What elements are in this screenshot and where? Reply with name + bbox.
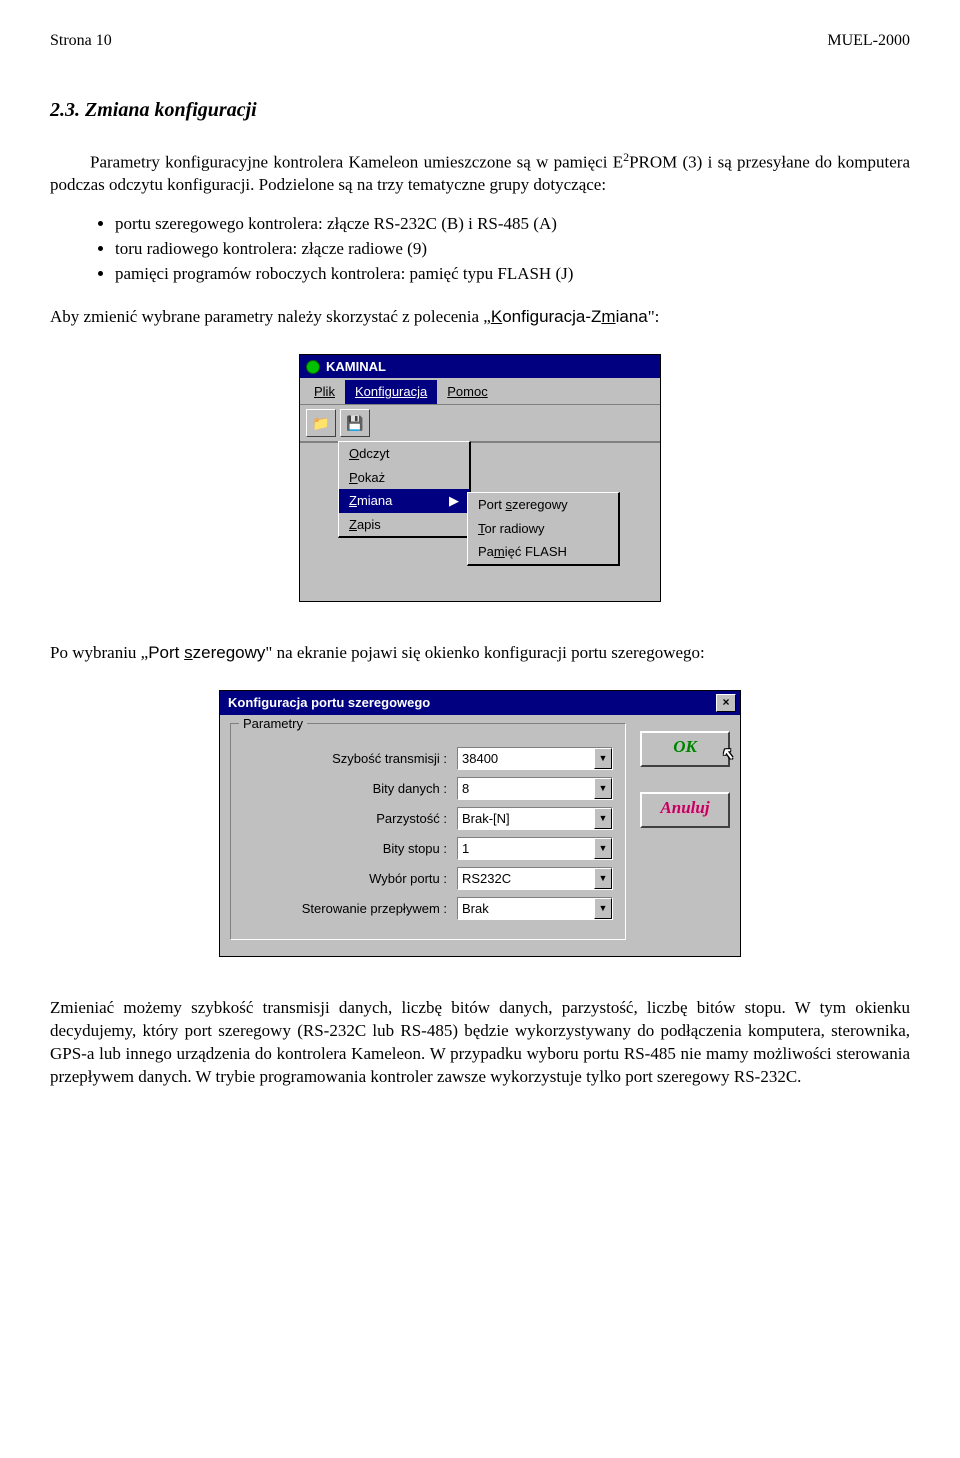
label-port: Wybór portu : bbox=[243, 870, 457, 888]
dropdown-port[interactable]: RS232C▼ bbox=[457, 867, 613, 890]
groupbox-title: Parametry bbox=[239, 715, 307, 733]
menu-pomoc[interactable]: Pomoc bbox=[437, 380, 497, 404]
list-item: toru radiowego kontrolera: złącze radiow… bbox=[115, 238, 910, 261]
dropdown-stopbits[interactable]: 1▼ bbox=[457, 837, 613, 860]
chevron-down-icon: ▼ bbox=[594, 898, 612, 919]
zmiana-submenu: Port szeregowy Tor radiowy Pamięć FLASH bbox=[467, 492, 620, 566]
label-parity: Parzystość : bbox=[243, 810, 457, 828]
submenu-arrow-icon: ▶ bbox=[449, 492, 459, 510]
app-title: KAMINAL bbox=[326, 358, 386, 376]
menubar: Plik Konfiguracja Pomoc bbox=[300, 378, 660, 405]
dialog-titlebar: Konfiguracja portu szeregowego × bbox=[220, 691, 740, 715]
toolbar-button[interactable]: 📁 bbox=[306, 409, 336, 437]
chevron-down-icon: ▼ bbox=[594, 748, 612, 769]
chevron-down-icon: ▼ bbox=[594, 778, 612, 799]
label-speed: Szybość transmisji : bbox=[243, 750, 457, 768]
chevron-down-icon: ▼ bbox=[594, 808, 612, 829]
menu-pokaz[interactable]: Pokaż bbox=[339, 466, 469, 490]
dialog-title: Konfiguracja portu szeregowego bbox=[228, 694, 430, 712]
dialog-intro-paragraph: Po wybraniu „Port szeregowy" na ekranie … bbox=[50, 642, 910, 665]
instruction-paragraph: Aby zmienić wybrane parametry należy sko… bbox=[50, 306, 910, 329]
label-flowcontrol: Sterowanie przepływem : bbox=[243, 900, 457, 918]
menu-zmiana[interactable]: Zmiana ▶ bbox=[339, 489, 469, 513]
cursor-icon: ↖ bbox=[721, 741, 734, 769]
menu-zapis[interactable]: Zapis bbox=[339, 513, 469, 537]
submenu-tor-radiowy[interactable]: Tor radiowy bbox=[468, 517, 618, 541]
doc-id: MUEL-2000 bbox=[827, 30, 910, 52]
section-heading: 2.3. Zmiana konfiguracji bbox=[50, 97, 910, 124]
menu-konfiguracja[interactable]: Konfiguracja bbox=[345, 380, 437, 404]
bullet-list: portu szeregowego kontrolera: złącze RS-… bbox=[50, 213, 910, 286]
list-item: pamięci programów roboczych kontrolera: … bbox=[115, 263, 910, 286]
toolbar-button[interactable]: 💾 bbox=[340, 409, 370, 437]
app-icon bbox=[306, 360, 320, 374]
list-item: portu szeregowego kontrolera: złącze RS-… bbox=[115, 213, 910, 236]
submenu-port-szeregowy[interactable]: Port szeregowy bbox=[468, 493, 618, 517]
intro-paragraph: Parametry konfiguracyjne kontrolera Kame… bbox=[50, 149, 910, 198]
app-titlebar: KAMINAL bbox=[300, 355, 660, 379]
toolbar: 📁 💾 bbox=[300, 405, 660, 443]
closing-paragraph: Zmieniać możemy szybkość transmisji dany… bbox=[50, 997, 910, 1089]
parameters-groupbox: Parametry Szybość transmisji : 38400▼ Bi… bbox=[230, 723, 626, 940]
label-stopbits: Bity stopu : bbox=[243, 840, 457, 858]
dropdown-parity[interactable]: Brak-[N]▼ bbox=[457, 807, 613, 830]
menu-plik[interactable]: Plik bbox=[304, 380, 345, 404]
label-databits: Bity danych : bbox=[243, 780, 457, 798]
submenu-pamiec-flash[interactable]: Pamięć FLASH bbox=[468, 540, 618, 564]
close-button[interactable]: × bbox=[716, 694, 736, 712]
dropdown-flowcontrol[interactable]: Brak▼ bbox=[457, 897, 613, 920]
chevron-down-icon: ▼ bbox=[594, 838, 612, 859]
konfiguracja-dropdown: Odczyt Pokaż Zmiana ▶ Zapis Port szerego… bbox=[338, 441, 471, 538]
dropdown-speed[interactable]: 38400▼ bbox=[457, 747, 613, 770]
ok-button[interactable]: OK ↖ bbox=[640, 731, 730, 767]
chevron-down-icon: ▼ bbox=[594, 868, 612, 889]
menu-screenshot: KAMINAL Plik Konfiguracja Pomoc 📁 💾 Odcz… bbox=[299, 354, 661, 602]
menu-odczyt[interactable]: Odczyt bbox=[339, 442, 469, 466]
cancel-button[interactable]: Anuluj bbox=[640, 792, 730, 828]
serial-config-dialog: Konfiguracja portu szeregowego × Paramet… bbox=[219, 690, 741, 957]
dropdown-databits[interactable]: 8▼ bbox=[457, 777, 613, 800]
page-number: Strona 10 bbox=[50, 30, 112, 52]
